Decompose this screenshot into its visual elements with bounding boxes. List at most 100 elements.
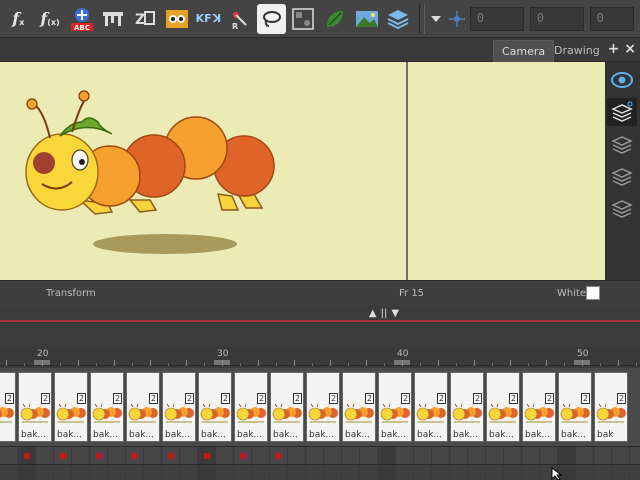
timeline-cell[interactable] [126, 465, 144, 480]
close-tab-button[interactable]: × [624, 41, 636, 57]
keyframe-cell[interactable] [396, 447, 414, 465]
keyframe-cell[interactable] [36, 447, 54, 465]
function-curve-icon[interactable]: f (x) [36, 4, 65, 34]
timeline-cell[interactable] [450, 465, 468, 480]
keyframe-cell[interactable] [234, 447, 252, 465]
chevron-down-icon[interactable]: ▼ [391, 308, 399, 320]
keyframe-cell[interactable] [612, 447, 630, 465]
timeline-cell[interactable] [612, 465, 630, 480]
drawing-thumbnail[interactable]: 2ak [0, 372, 16, 442]
keyframe-cell[interactable] [126, 447, 144, 465]
keyframe-cell[interactable] [432, 447, 450, 465]
keyframe-cell[interactable] [468, 447, 486, 465]
timeline-ruler[interactable]: 20 30 40 50 [0, 346, 640, 366]
timeline-cell[interactable] [36, 465, 54, 480]
drawing-thumbnail[interactable]: 2 bak... [450, 372, 484, 442]
keyframe-marker[interactable] [96, 453, 102, 459]
position-x-field[interactable]: 0 [469, 6, 524, 31]
drawing-thumbnail[interactable]: 2 bak... [126, 372, 160, 442]
keyframe-cell[interactable] [414, 447, 432, 465]
camera-view[interactable] [0, 62, 605, 280]
keyframe-cell[interactable] [72, 447, 90, 465]
drawing-thumbnail[interactable]: 2 bak... [306, 372, 340, 442]
timeline-cell[interactable] [144, 465, 162, 480]
tab-drawing[interactable]: Drawing [546, 40, 608, 62]
timeline-cell[interactable] [108, 465, 126, 480]
leaf-icon[interactable] [321, 4, 350, 34]
timeline-cell[interactable] [198, 465, 216, 480]
timeline-cell[interactable] [522, 465, 540, 480]
timeline-cell[interactable] [306, 465, 324, 480]
reset-icon[interactable]: R [226, 4, 255, 34]
timeline-cell[interactable] [630, 465, 640, 480]
keyframe-cell[interactable] [18, 447, 36, 465]
drawing-thumbnail[interactable]: 2 bak... [342, 372, 376, 442]
keyframe-cell[interactable] [630, 447, 640, 465]
keyframe-marker[interactable] [204, 453, 210, 459]
keyframe-cell[interactable] [90, 447, 108, 465]
layer-stack-u-icon[interactable] [607, 194, 637, 222]
timeline-cell[interactable] [270, 465, 288, 480]
drawing-thumbnail[interactable]: 2 bak... [90, 372, 124, 442]
timeline-cell[interactable] [342, 465, 360, 480]
keyframe-cell[interactable] [198, 447, 216, 465]
scene-icon[interactable] [352, 4, 381, 34]
keyframe-cell[interactable] [288, 447, 306, 465]
timeline-cell[interactable] [252, 465, 270, 480]
keyframe-marker[interactable] [60, 453, 66, 459]
drawing-thumbnail[interactable]: 2 bak... [486, 372, 520, 442]
keyframe-cell[interactable] [0, 447, 18, 465]
bg-color-swatch[interactable] [586, 286, 600, 300]
eye-icon[interactable] [607, 66, 637, 94]
timeline-cell[interactable] [378, 465, 396, 480]
timeline-cell[interactable] [162, 465, 180, 480]
chevron-down-icon[interactable] [428, 4, 445, 34]
keyframe-cell[interactable] [360, 447, 378, 465]
keyframe-cell[interactable] [306, 447, 324, 465]
drawing-thumbnail[interactable]: 2 bak... [198, 372, 232, 442]
grid-icon[interactable] [289, 4, 318, 34]
keyframe-cell[interactable] [378, 447, 396, 465]
keyframe-cell[interactable] [576, 447, 594, 465]
drawing-thumbnail[interactable]: 2 bak... [54, 372, 88, 442]
drawing-thumbnail[interactable]: 2 bak... [162, 372, 196, 442]
timeline-cell[interactable] [360, 465, 378, 480]
timeline-cell[interactable] [504, 465, 522, 480]
timeline-cell[interactable] [414, 465, 432, 480]
keyframe-icon[interactable]: KF ꓘ [194, 4, 223, 34]
layer-stack-o-icon[interactable] [607, 98, 637, 126]
keyframe-cell[interactable] [342, 447, 360, 465]
keyframe-marker[interactable] [168, 453, 174, 459]
timeline-cell[interactable] [0, 465, 18, 480]
timeline-cell[interactable] [486, 465, 504, 480]
layers-icon[interactable] [384, 4, 413, 34]
keyframe-cell[interactable] [54, 447, 72, 465]
keyframe-cell[interactable] [324, 447, 342, 465]
keyframe-marker[interactable] [240, 453, 246, 459]
keyframe-cell[interactable] [144, 447, 162, 465]
keyframe-cell[interactable] [540, 447, 558, 465]
splitter-grip[interactable]: || [381, 308, 388, 320]
layer-stack-c-icon[interactable] [607, 162, 637, 190]
drawing-thumbnail[interactable]: 2 bak... [522, 372, 556, 442]
timeline-cell[interactable] [18, 465, 36, 480]
timeline-cell[interactable] [180, 465, 198, 480]
keyframe-marker[interactable] [132, 453, 138, 459]
character-icon[interactable] [162, 4, 191, 34]
timeline-cell[interactable] [432, 465, 450, 480]
timeline-cell[interactable] [288, 465, 306, 480]
keyframe-cell[interactable] [108, 447, 126, 465]
drawing-thumbnail[interactable]: 2 bak... [270, 372, 304, 442]
drawing-thumbnail[interactable]: 2 bak... [234, 372, 268, 442]
timeline-cell[interactable] [54, 465, 72, 480]
function-icon[interactable]: fx [4, 4, 33, 34]
drawing-thumbnail[interactable]: 2 bak... [414, 372, 448, 442]
spellcheck-icon[interactable]: ABC [67, 4, 96, 34]
timeline-cell[interactable] [234, 465, 252, 480]
keyframe-cell[interactable] [180, 447, 198, 465]
add-tab-button[interactable]: + [608, 41, 620, 57]
keyframe-marker[interactable] [24, 453, 30, 459]
position-z-field[interactable]: 0 [589, 6, 634, 31]
drawing-thumbnail[interactable]: 2 bak [594, 372, 628, 442]
z-order-icon[interactable]: Z [131, 4, 160, 34]
